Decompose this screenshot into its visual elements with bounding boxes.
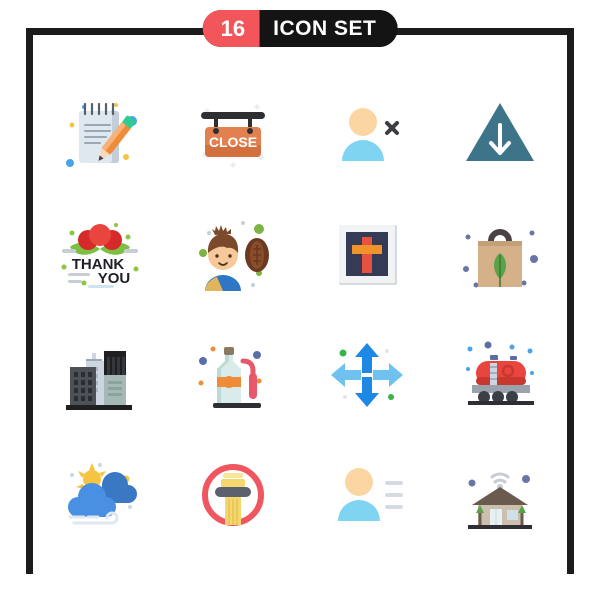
framed-cross-icon bbox=[338, 225, 397, 285]
icon-cell-tanker-wagon[interactable] bbox=[434, 315, 568, 435]
download-triangle-icon bbox=[466, 103, 535, 161]
icon-cell-framed-cross[interactable] bbox=[300, 195, 434, 315]
page-title: ICON SET bbox=[260, 10, 398, 47]
icon-cell-windy-cloud-sun[interactable] bbox=[33, 435, 167, 555]
notepad-pencil-icon bbox=[65, 102, 137, 167]
thank-you-card-icon: THANK YOU bbox=[61, 223, 139, 288]
city-buildings-icon bbox=[65, 351, 132, 410]
icon-cell-eco-bag[interactable] bbox=[434, 195, 568, 315]
icon-cell-rugby-player[interactable] bbox=[167, 195, 301, 315]
delete-user-icon bbox=[341, 108, 399, 161]
close-sign-text: CLOSE bbox=[209, 134, 257, 150]
windy-cloud-sun-icon bbox=[67, 463, 137, 525]
user-details-icon bbox=[337, 468, 403, 521]
icon-cell-notepad-pencil[interactable] bbox=[33, 75, 167, 195]
icon-cell-thank-you-card[interactable]: THANK YOU bbox=[33, 195, 167, 315]
icon-cell-city-buildings[interactable] bbox=[33, 315, 167, 435]
icon-cell-smart-home[interactable] bbox=[434, 435, 568, 555]
icon-cell-user-details[interactable] bbox=[300, 435, 434, 555]
icon-grid: CLOSE THANK YOU bbox=[33, 75, 567, 555]
rugby-player-icon bbox=[199, 221, 270, 291]
smart-home-icon bbox=[468, 472, 533, 529]
icon-count-badge: 16 bbox=[202, 10, 261, 47]
no-column-icon bbox=[202, 464, 265, 526]
icon-cell-move-arrows[interactable] bbox=[300, 315, 434, 435]
close-sign-icon: CLOSE bbox=[201, 104, 266, 168]
icon-cell-delete-user[interactable] bbox=[300, 75, 434, 195]
icon-cell-download-triangle[interactable] bbox=[434, 75, 568, 195]
icon-cell-no-column[interactable] bbox=[167, 435, 301, 555]
eco-bag-icon bbox=[463, 229, 539, 288]
icon-cell-close-sign[interactable]: CLOSE bbox=[167, 75, 301, 195]
tanker-wagon-icon bbox=[466, 341, 535, 405]
icon-cell-bottle-pump[interactable] bbox=[167, 315, 301, 435]
move-arrows-icon bbox=[330, 343, 403, 407]
bottle-pump-icon bbox=[198, 346, 262, 408]
header-pill: 16 ICON SET bbox=[202, 10, 398, 47]
thank-you-text-bottom: YOU bbox=[97, 270, 130, 287]
